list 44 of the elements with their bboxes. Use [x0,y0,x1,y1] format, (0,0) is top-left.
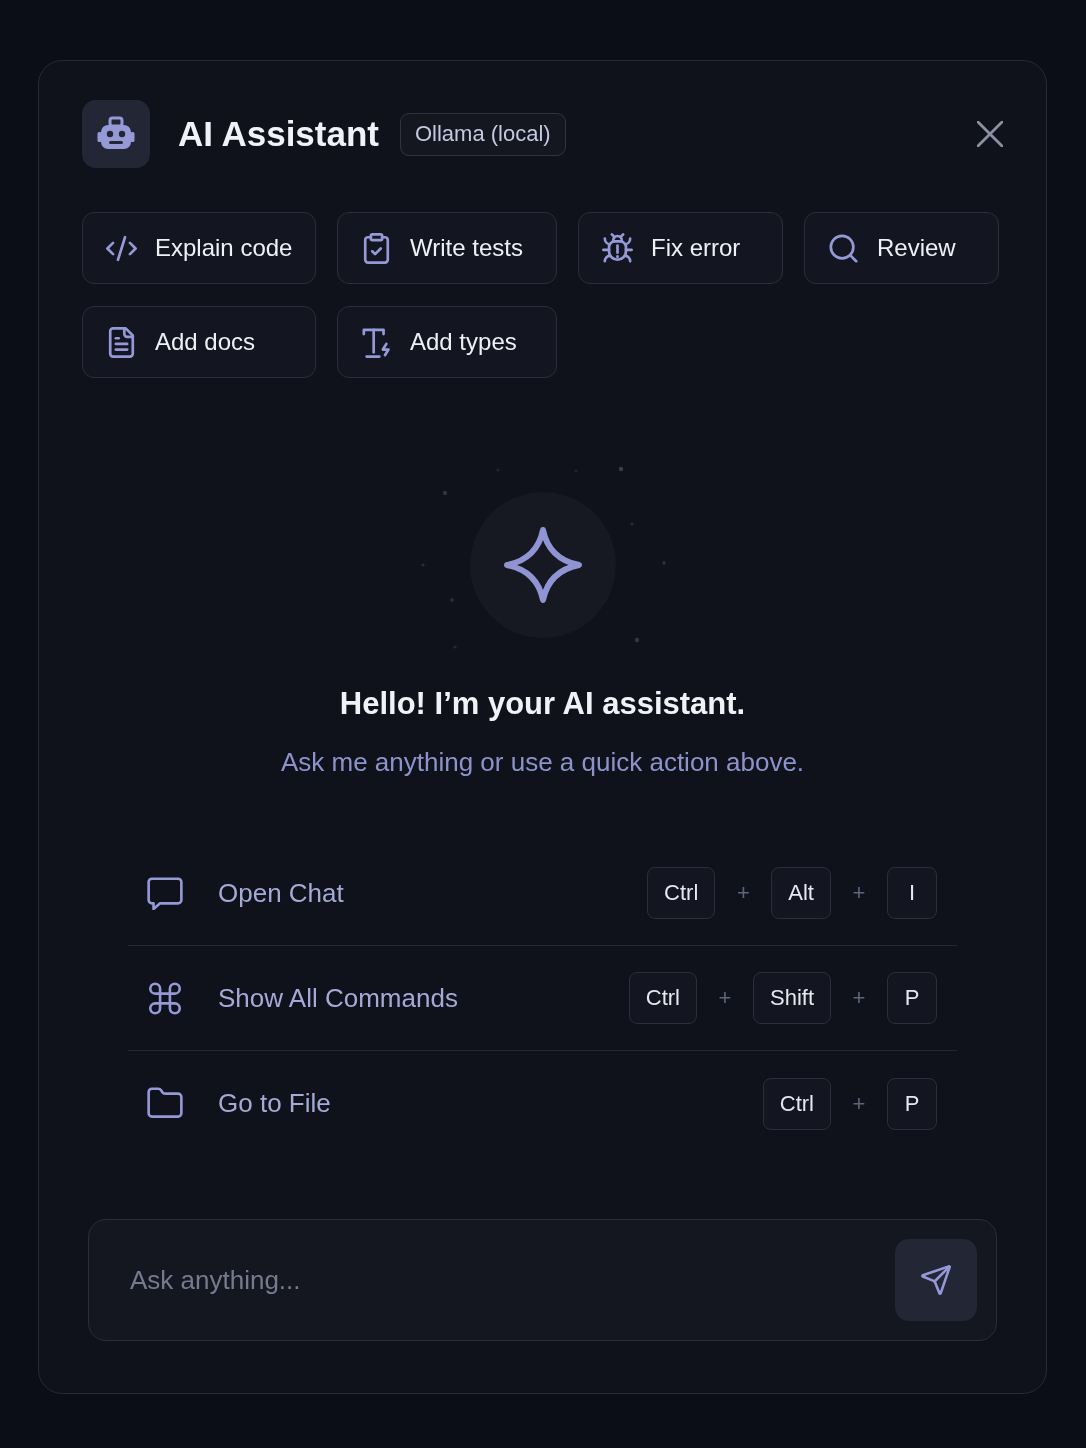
quick-action-button[interactable]: Fix error [578,212,783,284]
quick-action-button[interactable]: Write tests [337,212,557,284]
quick-action-button[interactable]: Review [804,212,999,284]
panel-title: AI Assistant [178,114,379,154]
message-input[interactable]: Ask anything... [88,1219,997,1341]
sparkle-icon [469,492,616,638]
send-button[interactable] [895,1239,977,1321]
shortcut-label: Open Chat [218,877,344,909]
provider-badge: Ollama (local) [400,112,566,156]
command-icon [147,981,183,1015]
bug-icon [602,232,633,264]
close-button[interactable] [977,121,1003,147]
shortcut-label: Go to File [218,1088,331,1119]
chat-bubble-icon [147,876,183,910]
plus-sign: + [851,880,867,906]
key-cap: Ctrl [762,1077,831,1130]
clipboard-check-icon [361,232,392,264]
robot-icon [82,100,150,168]
key-cap: Shift [752,972,831,1024]
plus-sign: + [851,985,867,1011]
shortcut-label: Show All Commands [218,982,458,1014]
welcome-subtitle: Ask me anything or use a quick action above. [279,746,806,779]
quick-action-button[interactable]: Add types [337,306,557,378]
key-cap: Alt [771,867,831,919]
key-cap: P [887,972,937,1024]
folder-icon [147,1087,183,1120]
key-cap: Ctrl [647,867,716,919]
quick-action-button[interactable]: Explain code [82,212,316,284]
text-type-icon [361,326,392,358]
send-icon [921,1265,951,1295]
key-cap: P [887,1077,937,1130]
close-icon [977,121,1003,147]
particle-dot [634,637,639,643]
plus-sign: + [717,985,733,1011]
document-icon [106,326,137,358]
welcome-title: Hello! I’m your AI assistant. [338,685,747,723]
search-icon [828,232,859,264]
particle-dot [618,466,623,472]
key-cap: Ctrl [628,972,697,1024]
particle-dot [442,490,447,496]
plus-sign: + [851,1090,867,1117]
plus-sign: + [735,880,751,906]
key-cap: I [887,867,937,919]
quick-action-button[interactable]: Add docs [82,306,316,378]
